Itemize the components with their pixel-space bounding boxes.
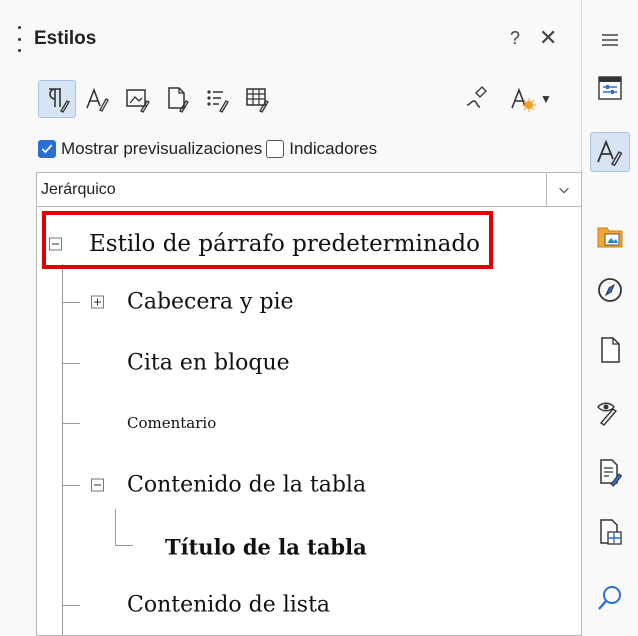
chevron-down-icon: ▼ xyxy=(540,92,552,106)
find-icon xyxy=(598,586,621,610)
frame-styles-icon xyxy=(126,89,150,113)
drag-grip-icon[interactable] xyxy=(18,26,22,52)
paragraph-styles-icon xyxy=(49,88,70,113)
tree-item[interactable]: Contenido de la tabla xyxy=(37,460,577,510)
options-row: Mostrar previsualizaciones Indicadores xyxy=(38,134,377,164)
list-styles-button[interactable] xyxy=(198,80,236,118)
page-icon xyxy=(601,337,620,363)
help-button[interactable]: ? xyxy=(510,28,520,49)
indicators-label[interactable]: Indicadores xyxy=(289,139,377,159)
tree-item-label: Contenido de la tabla xyxy=(127,472,367,498)
style-family-toolbar: ▼ xyxy=(0,76,582,126)
paragraph-styles-button[interactable] xyxy=(38,80,76,118)
annotation-highlight-box xyxy=(42,211,493,269)
tree-item-label: Cita en bloque xyxy=(127,350,290,376)
navigator-icon xyxy=(598,278,622,302)
tree-item-label: Título de la tabla xyxy=(165,534,367,560)
manage-changes-icon xyxy=(600,459,623,487)
tab-find[interactable] xyxy=(590,578,630,618)
show-previews-label[interactable]: Mostrar previsualizaciones xyxy=(61,139,262,159)
tab-properties[interactable] xyxy=(590,68,630,108)
tab-navigator[interactable] xyxy=(590,270,630,310)
tree-item[interactable]: Título de la tabla xyxy=(37,522,577,572)
tree-item[interactable]: Comentario xyxy=(37,398,577,448)
character-styles-button[interactable] xyxy=(78,80,116,118)
fill-format-mode-button[interactable] xyxy=(458,80,496,118)
table-styles-button[interactable] xyxy=(238,80,276,118)
tab-gallery[interactable] xyxy=(590,216,630,256)
design-icon xyxy=(600,519,622,545)
page-styles-icon xyxy=(168,87,189,113)
tab-page[interactable] xyxy=(590,330,630,370)
tab-manage-changes[interactable] xyxy=(590,452,630,492)
panel-titlebar: Estilos ? ✕ xyxy=(0,18,582,64)
frame-styles-button[interactable] xyxy=(118,80,156,118)
sidebar-tabbar xyxy=(582,0,638,636)
tree-item-label: Comentario xyxy=(127,414,217,432)
style-filter-value: Jerárquico xyxy=(41,181,116,198)
show-previews-checkbox[interactable] xyxy=(38,140,56,158)
tree-item-label: Cabecera y pie xyxy=(127,289,294,315)
panel-title: Estilos xyxy=(34,28,97,49)
styles-deck-panel: Estilos ? ✕ ▼ Mostrar previsualizaciones… xyxy=(0,0,582,636)
list-styles-icon xyxy=(207,90,229,113)
style-inspector-icon xyxy=(597,402,618,426)
tree-item-label: Contenido de lista xyxy=(127,592,331,618)
new-style-from-selection-icon xyxy=(511,87,537,112)
properties-icon xyxy=(598,76,622,100)
tab-style-inspector[interactable] xyxy=(590,392,630,432)
style-filter-select[interactable]: Jerárquico xyxy=(36,172,582,207)
table-styles-icon xyxy=(246,88,269,113)
tree-item[interactable]: Contenido de lista xyxy=(37,580,577,630)
styles-icon xyxy=(597,139,623,167)
sidebar-menu-button[interactable] xyxy=(590,20,630,60)
tab-styles[interactable] xyxy=(590,132,630,172)
hamburger-menu-icon xyxy=(602,34,618,46)
tree-item[interactable]: Cita en bloque xyxy=(37,338,577,388)
expand-icon[interactable] xyxy=(91,295,104,309)
chevron-down-icon[interactable] xyxy=(546,173,581,206)
character-styles-icon xyxy=(86,87,109,112)
checkmark-icon xyxy=(41,144,53,154)
indicators-checkbox[interactable] xyxy=(266,140,285,158)
gallery-icon xyxy=(597,227,623,248)
close-button[interactable]: ✕ xyxy=(539,25,557,51)
page-styles-button[interactable] xyxy=(158,80,196,118)
fill-format-mode-icon xyxy=(466,86,487,108)
tree-item[interactable]: Cabecera y pie xyxy=(37,277,577,327)
styles-tree[interactable]: Estilo de párrafo predeterminado Cabecer… xyxy=(36,207,582,636)
new-style-from-selection-button[interactable]: ▼ xyxy=(500,80,560,118)
tab-design[interactable] xyxy=(590,512,630,552)
collapse-icon[interactable] xyxy=(91,478,104,492)
